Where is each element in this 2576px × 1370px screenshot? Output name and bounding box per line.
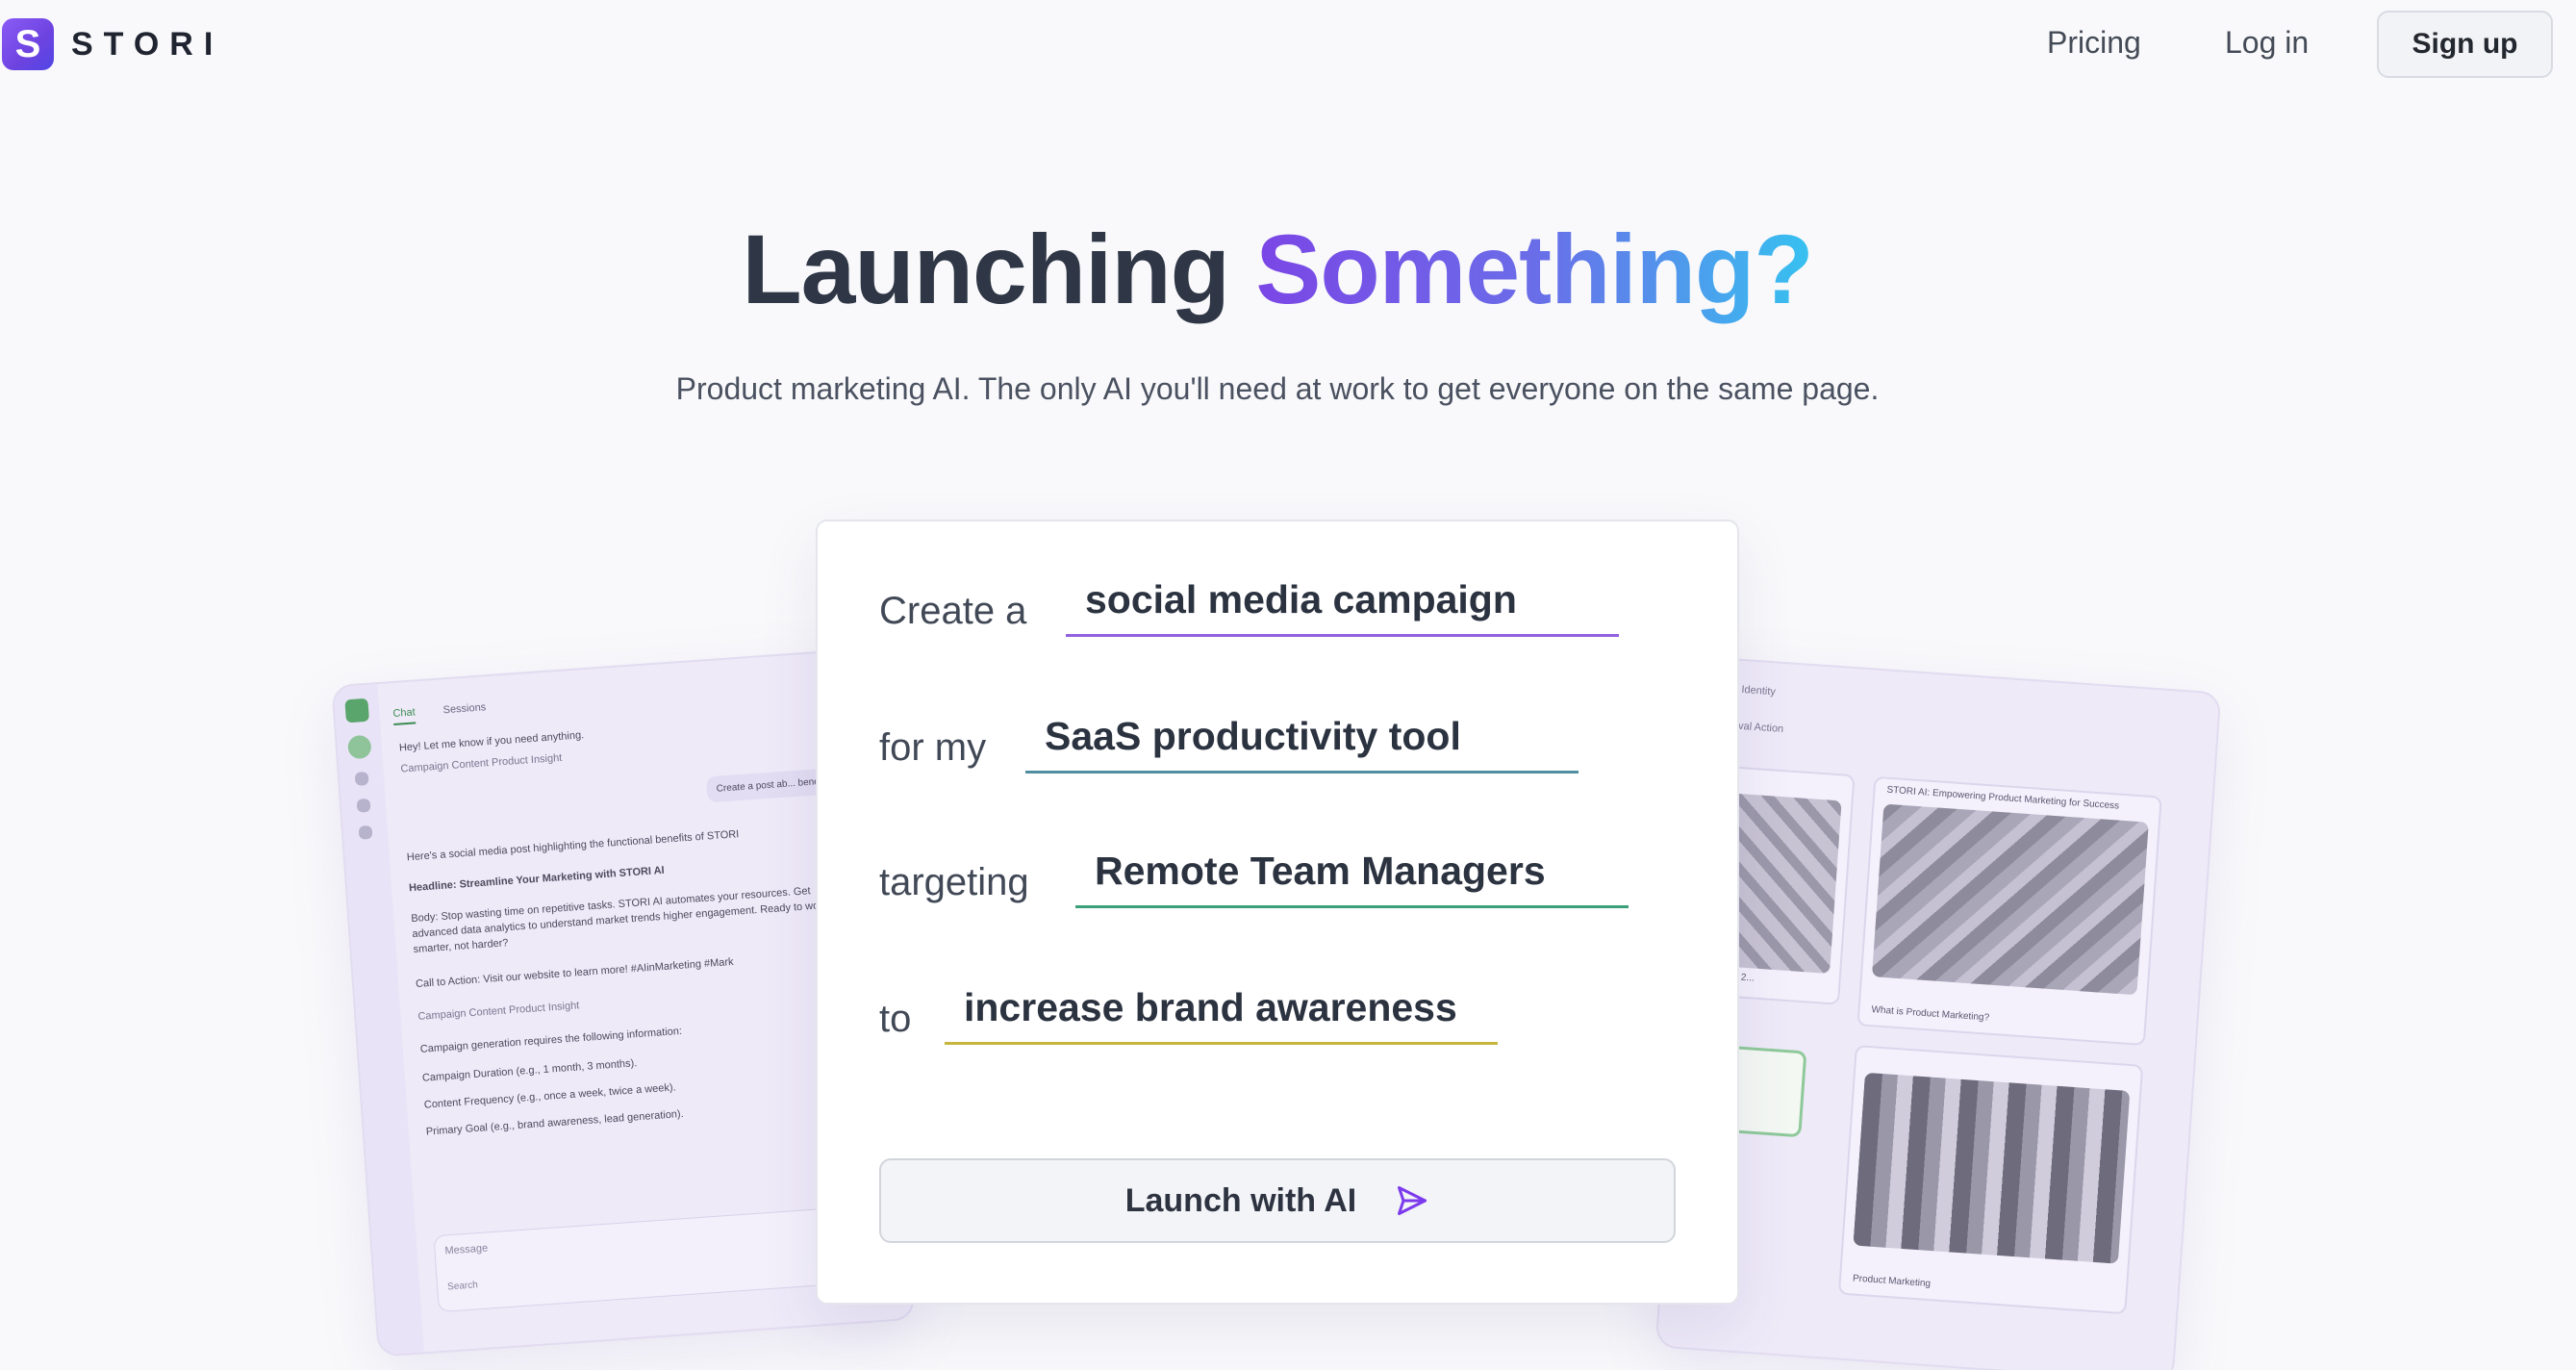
mock-tab-sessions: Sessions	[442, 701, 487, 717]
launch-with-ai-button[interactable]: Launch with AI	[879, 1158, 1676, 1243]
launch-button-label: Launch with AI	[1124, 1181, 1357, 1219]
form-row-product: for my	[879, 693, 986, 789]
hero-title: Launching Something?	[0, 214, 2555, 326]
send-icon	[1398, 1186, 1427, 1215]
mock-body: Body: Stop wasting time on repetitive ta…	[410, 885, 828, 956]
hero-subtitle: Product marketing AI. The only AI you'll…	[675, 371, 1880, 406]
brand-logo[interactable]: S STORI	[2, 18, 223, 70]
form-row-goal: to	[879, 964, 911, 1060]
form-row-create: Create a	[879, 556, 1026, 652]
mock-grid-icon	[354, 771, 369, 786]
mock-tile-3: Product Marketing	[1837, 1045, 2144, 1315]
product-field[interactable]: SaaS productivity tool	[1025, 702, 1578, 774]
form-row-audience: targeting	[879, 827, 1029, 924]
mock-user-icon	[356, 798, 371, 813]
form-label-goal: to	[879, 998, 912, 1040]
audience-field[interactable]: Remote Team Managers	[1075, 837, 1629, 908]
form-label-create: Create a	[879, 590, 1027, 632]
mock-sidebar	[333, 684, 424, 1356]
mock-tab-chat: Chat	[392, 706, 417, 725]
hero-title-plain: Launching	[742, 215, 1230, 324]
brand-name: STORI	[71, 25, 224, 63]
campaign-type-field[interactable]: social media campaign	[1066, 566, 1619, 637]
hero-title-accent: Something?	[1255, 215, 1813, 324]
form-label-product: for my	[879, 726, 987, 769]
nav-pricing-link[interactable]: Pricing	[2047, 25, 2141, 61]
form-label-audience: targeting	[879, 861, 1029, 903]
mock-tile-3-footer: Product Marketing	[1852, 1273, 1932, 1290]
mock-tabs: Chat Sessions	[392, 698, 512, 725]
mock-input-tools: Search	[446, 1280, 479, 1293]
campaign-builder-card: Create a social media campaign for my Sa…	[816, 520, 1739, 1305]
nav-login-link[interactable]: Log in	[2225, 25, 2309, 61]
library-preview-mock: Identity Approval Action Marketing Tips …	[1654, 656, 2222, 1370]
mock-avatar-icon	[347, 734, 372, 760]
mock-card-grid: Marketing Tips for 2... STORI AI: Empowe…	[1654, 761, 2200, 1356]
mock-photo	[1871, 803, 2149, 996]
mock-tile-1-footer: What is Product Marketing?	[1871, 1004, 1990, 1024]
mock-tile-1: STORI AI: Empowering Product Marketing f…	[1856, 775, 2162, 1047]
goal-field[interactable]: increase brand awareness	[945, 974, 1498, 1045]
mock-photo	[1853, 1072, 2131, 1264]
signup-button[interactable]: Sign up	[2377, 11, 2553, 78]
mock-logo-icon	[344, 698, 369, 723]
top-nav: S STORI Pricing Log in Sign up	[0, 0, 2576, 89]
logo-icon: S	[2, 18, 54, 70]
mock-input-placeholder: Message	[444, 1242, 489, 1257]
mock-plus-icon	[358, 825, 373, 840]
mock-right-tab: Identity	[1741, 683, 1777, 698]
